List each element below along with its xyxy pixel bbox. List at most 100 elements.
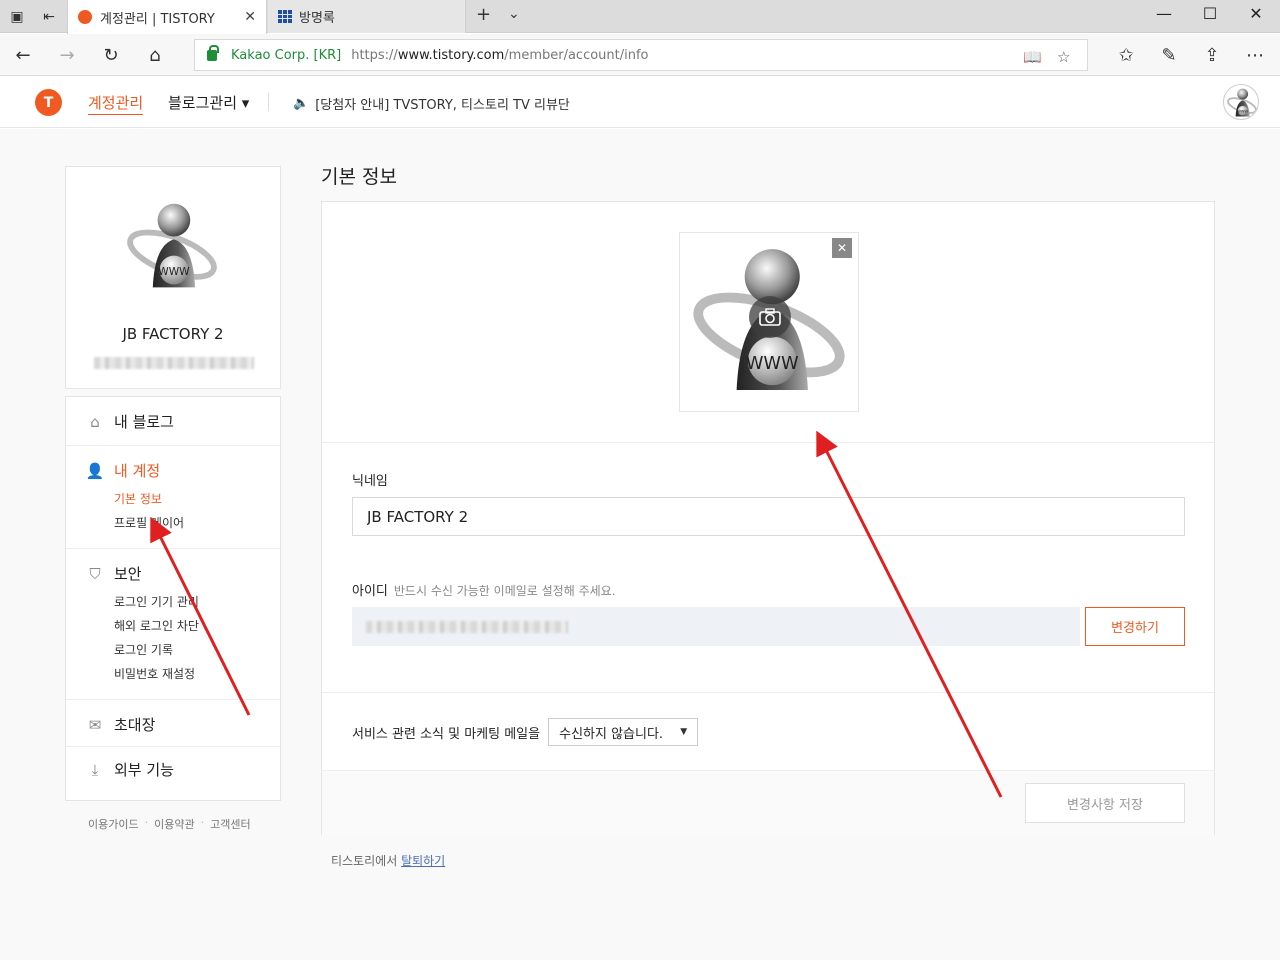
- change-id-button[interactable]: 변경하기: [1085, 607, 1185, 646]
- submenu-profile-layer[interactable]: 프로필 레이어: [114, 514, 184, 531]
- submenu-basic-info[interactable]: 기본 정보: [114, 490, 162, 507]
- camera-icon[interactable]: [749, 296, 791, 338]
- page-title: 기본 정보: [321, 166, 397, 188]
- tab-actions-icon[interactable]: ▣: [6, 6, 28, 28]
- tistory-favicon-icon: [78, 10, 92, 24]
- id-field: [352, 607, 1080, 646]
- close-tab-icon[interactable]: ✕: [244, 9, 256, 25]
- menu-group-blog: ⌂ 내 블로그: [66, 397, 280, 446]
- url-host: www.tistory.com: [397, 47, 505, 63]
- envelope-icon: ✉: [88, 715, 102, 734]
- submenu-overseas-block[interactable]: 해외 로그인 차단: [114, 617, 199, 634]
- tistory-logo-icon[interactable]: T: [35, 89, 62, 116]
- refresh-icon[interactable]: ↻: [98, 42, 124, 68]
- submenu-login-history[interactable]: 로그인 기록: [114, 641, 173, 658]
- marketing-select[interactable]: 수신하지 않습니다. ▼: [548, 718, 699, 746]
- home-icon[interactable]: ⌂: [142, 42, 168, 68]
- link-guide[interactable]: 이용가이드: [88, 816, 139, 832]
- menu-label: 내 블로그: [114, 413, 174, 431]
- menu-security[interactable]: ⛉ 보안: [86, 563, 141, 584]
- menu-invite[interactable]: ✉ 초대장: [86, 714, 156, 735]
- menu-group-account: 👤 내 계정 기본 정보 프로필 레이어: [66, 446, 280, 549]
- nickname-input[interactable]: [352, 497, 1185, 536]
- dropdown-caret-icon: ▼: [680, 727, 688, 737]
- profile-email-blurred: [94, 357, 254, 369]
- side-menu: ⌂ 내 블로그 👤 내 계정 기본 정보 프로필 레이어 ⛉ 보안 로그인 기기…: [65, 396, 281, 801]
- tab-title: 방명록: [299, 11, 335, 26]
- profile-name: JB FACTORY 2: [122, 325, 224, 343]
- url-path: /member/account/info: [504, 47, 649, 63]
- divider: [322, 692, 1214, 693]
- marketing-label: 서비스 관련 소식 및 마케팅 메일을: [352, 726, 541, 742]
- browser-tab-bar: ▣ ⇤ 계정관리 | TISTORY ✕ 방명록 + ⌄ — ☐ ✕: [0, 0, 1280, 34]
- withdraw-link[interactable]: 탈퇴하기: [401, 854, 445, 868]
- id-label-row: 아이디 반드시 수신 가능한 이메일로 설정해 주세요.: [352, 580, 616, 599]
- menu-label: 내 계정: [114, 462, 161, 480]
- footer-links: 이용가이드 · 이용약관 · 고객센터: [88, 816, 251, 832]
- url-scheme: https://: [351, 47, 398, 63]
- tab-account[interactable]: 계정관리 | TISTORY ✕: [67, 0, 267, 34]
- avatar-image: [1226, 87, 1258, 118]
- share-icon[interactable]: ⇪: [1199, 42, 1225, 68]
- nav-account-management[interactable]: 계정관리: [88, 92, 144, 115]
- user-avatar[interactable]: [1223, 84, 1259, 120]
- link-support[interactable]: 고객센터: [210, 816, 250, 832]
- menu-my-account[interactable]: 👤 내 계정: [86, 460, 161, 481]
- site-header: T 계정관리 블로그관리 ▾ 🔈 [당첨자 안내] TVSTORY, 티스토리 …: [0, 77, 1280, 128]
- header-divider: [268, 93, 269, 111]
- menu-external[interactable]: ⤓ 외부 기능: [86, 759, 174, 780]
- nav-blog-management[interactable]: 블로그관리 ▾: [168, 92, 249, 113]
- id-label: 아이디: [352, 584, 388, 599]
- menu-label: 외부 기능: [114, 761, 174, 779]
- divider: [322, 442, 1214, 443]
- submenu-password-reset[interactable]: 비밀번호 재설정: [114, 665, 195, 682]
- close-window-icon[interactable]: ✕: [1233, 4, 1279, 23]
- forward-icon[interactable]: →: [54, 42, 80, 68]
- more-menu-icon[interactable]: ⋯: [1242, 42, 1268, 68]
- menu-group-invite: ✉ 초대장: [66, 700, 280, 747]
- withdraw-prefix: 티스토리에서: [331, 854, 402, 868]
- withdraw-row: 티스토리에서 탈퇴하기: [331, 852, 445, 869]
- favorites-hub-icon[interactable]: ✩: [1113, 42, 1139, 68]
- page-body: JB FACTORY 2 ⌂ 내 블로그 👤 내 계정 기본 정보 프로필 레이…: [0, 129, 1280, 960]
- profile-picture: [124, 199, 220, 295]
- shield-icon: ⛉: [89, 564, 101, 583]
- download-cloud-icon: ⤓: [91, 760, 99, 779]
- id-value-blurred: [366, 621, 568, 633]
- tab-title: 계정관리 | TISTORY: [100, 11, 215, 27]
- speaker-icon: 🔈: [293, 96, 310, 111]
- set-aside-tabs-icon[interactable]: ⇤: [38, 6, 60, 28]
- menu-my-blog[interactable]: ⌂ 내 블로그: [86, 411, 174, 432]
- guestbook-favicon-icon: [278, 10, 292, 23]
- site-identity[interactable]: Kakao Corp. [KR]: [231, 48, 341, 63]
- save-changes-button[interactable]: 변경사항 저장: [1025, 783, 1185, 823]
- id-hint: 반드시 수신 가능한 이메일로 설정해 주세요.: [393, 584, 616, 598]
- separator-dot: ·: [144, 816, 149, 829]
- menu-group-external: ⤓ 외부 기능: [66, 747, 280, 800]
- back-icon[interactable]: ←: [10, 42, 36, 68]
- marketing-row: 서비스 관련 소식 및 마케팅 메일을 수신하지 않습니다. ▼: [352, 718, 699, 746]
- profile-photo-editor[interactable]: ✕: [679, 232, 859, 412]
- tab-preview-chevron-icon[interactable]: ⌄: [508, 6, 520, 22]
- profile-card: JB FACTORY 2: [65, 166, 281, 389]
- basic-info-card: ✕ 닉네임 아이디 반드시 수신 가능한 이메일로 설정해 주세요. 변경하기 서…: [321, 201, 1215, 835]
- reading-view-icon[interactable]: 📖: [1023, 48, 1042, 66]
- home-icon: ⌂: [90, 412, 100, 431]
- address-bar[interactable]: Kakao Corp. [KR] https:// www.tistory.co…: [194, 39, 1088, 71]
- new-tab-icon[interactable]: +: [476, 4, 491, 25]
- notice-text: [당첨자 안내] TVSTORY, 티스토리 TV 리뷰단: [315, 98, 570, 113]
- favorite-star-icon[interactable]: ☆: [1057, 48, 1070, 66]
- nickname-label: 닉네임: [352, 474, 388, 489]
- separator-dot: ·: [200, 816, 205, 829]
- remove-photo-icon[interactable]: ✕: [832, 238, 852, 258]
- minimize-icon[interactable]: —: [1141, 4, 1187, 23]
- menu-label: 초대장: [114, 716, 156, 734]
- maximize-icon[interactable]: ☐: [1187, 4, 1233, 23]
- lock-icon: [207, 44, 219, 61]
- tab-guestbook[interactable]: 방명록: [268, 0, 466, 33]
- link-terms[interactable]: 이용약관: [154, 816, 194, 832]
- save-area: 변경사항 저장: [322, 770, 1214, 835]
- web-note-icon[interactable]: ✎: [1156, 42, 1182, 68]
- submenu-device-management[interactable]: 로그인 기기 관리: [114, 593, 199, 610]
- notice-banner[interactable]: 🔈 [당첨자 안내] TVSTORY, 티스토리 TV 리뷰단: [293, 94, 570, 113]
